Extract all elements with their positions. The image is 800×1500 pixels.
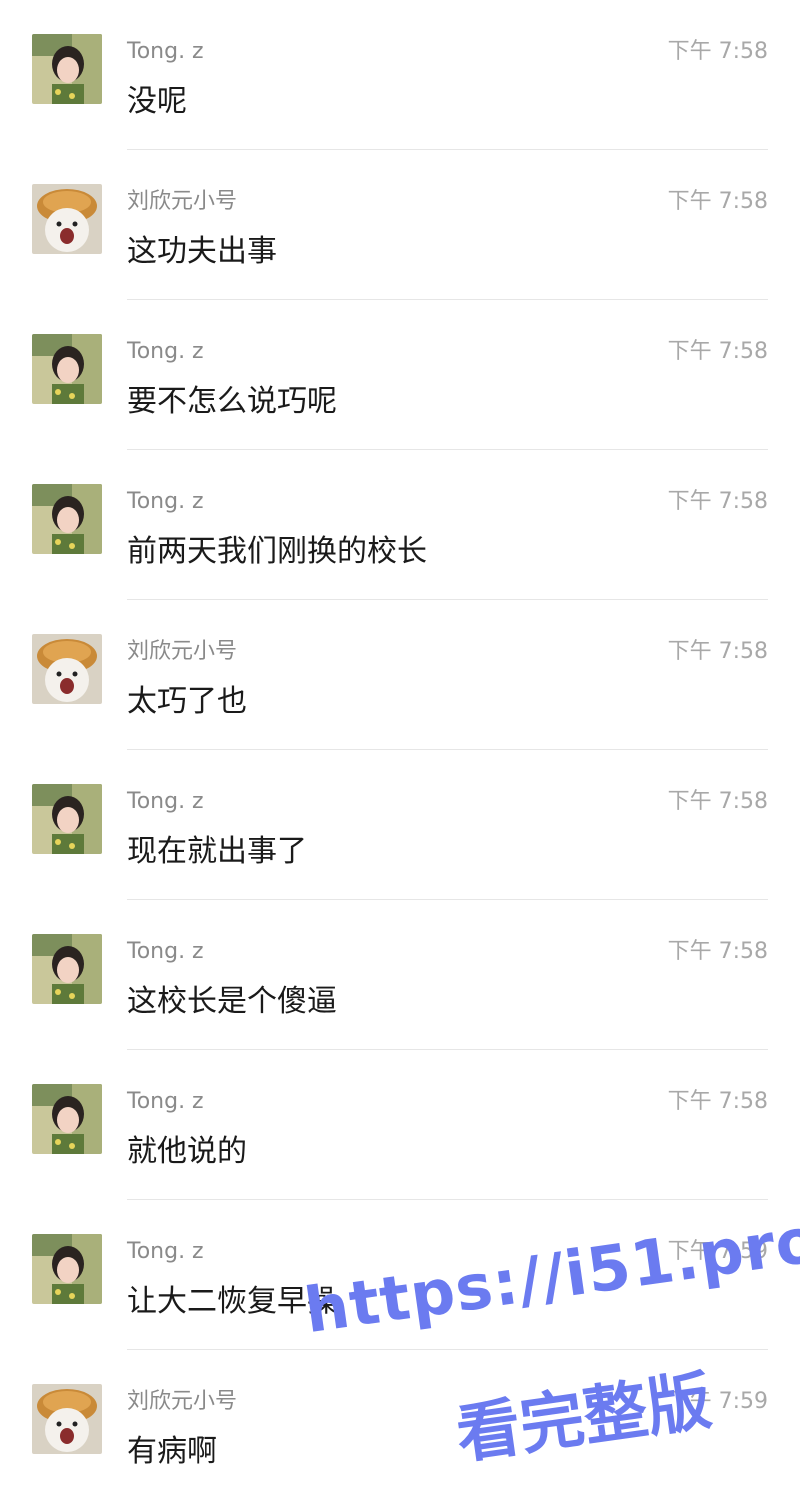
message-text: 要不怎么说巧呢 <box>127 384 337 419</box>
message-row[interactable]: 刘欣元小号 下午 7:58 太巧了也 <box>0 600 800 750</box>
girl-avatar[interactable] <box>32 934 102 1004</box>
message-row[interactable]: Tong. z 下午 7:58 就他说的 <box>0 1050 800 1200</box>
message-text: 现在就出事了 <box>127 834 307 869</box>
sender-name: 刘欣元小号 <box>127 1389 238 1414</box>
message-row[interactable]: Tong. z 下午 7:58 没呢 <box>0 0 800 150</box>
girl-avatar[interactable] <box>32 1234 102 1304</box>
message-time: 下午 7:58 <box>667 789 768 814</box>
message-row[interactable]: Tong. z 下午 7:58 现在就出事了 <box>0 750 800 900</box>
girl-avatar[interactable] <box>32 1084 102 1154</box>
sender-name: Tong. z <box>127 1089 204 1114</box>
sender-name: Tong. z <box>127 489 204 514</box>
message-text: 太巧了也 <box>127 684 247 719</box>
message-time: 下午 7:58 <box>667 1089 768 1114</box>
message-text: 前两天我们刚换的校长 <box>127 534 427 569</box>
message-time: 下午 7:58 <box>667 189 768 214</box>
dog-bread-avatar[interactable] <box>32 634 102 704</box>
message-text: 这校长是个傻逼 <box>127 984 337 1019</box>
sender-name: Tong. z <box>127 39 204 64</box>
message-text: 让大二恢复早操 <box>127 1284 337 1319</box>
girl-avatar[interactable] <box>32 484 102 554</box>
message-time: 下午 7:58 <box>667 939 768 964</box>
message-time: 下午 7:58 <box>667 489 768 514</box>
message-row[interactable]: Tong. z 下午 7:59 让大二恢复早操 <box>0 1200 800 1350</box>
sender-name: Tong. z <box>127 339 204 364</box>
message-time: 下午 7:59 <box>667 1389 768 1414</box>
message-row[interactable]: Tong. z 下午 7:58 前两天我们刚换的校长 <box>0 450 800 600</box>
girl-avatar[interactable] <box>32 334 102 404</box>
girl-avatar[interactable] <box>32 784 102 854</box>
sender-name: Tong. z <box>127 939 204 964</box>
dog-bread-avatar[interactable] <box>32 184 102 254</box>
message-text: 没呢 <box>127 84 187 119</box>
chat-history-list[interactable]: Tong. z 下午 7:58 没呢 刘欣元小号 下午 7:58 这功夫出事 T… <box>0 0 800 1500</box>
sender-name: Tong. z <box>127 789 204 814</box>
dog-bread-avatar[interactable] <box>32 1384 102 1454</box>
message-time: 下午 7:58 <box>667 39 768 64</box>
message-row[interactable]: Tong. z 下午 7:58 要不怎么说巧呢 <box>0 300 800 450</box>
message-row[interactable]: 刘欣元小号 下午 7:59 有病啊 <box>0 1350 800 1500</box>
message-time: 下午 7:59 <box>667 1239 768 1264</box>
message-row[interactable]: Tong. z 下午 7:58 这校长是个傻逼 <box>0 900 800 1050</box>
message-text: 就他说的 <box>127 1134 247 1169</box>
message-row[interactable]: 刘欣元小号 下午 7:58 这功夫出事 <box>0 150 800 300</box>
message-text: 有病啊 <box>127 1434 217 1469</box>
message-time: 下午 7:58 <box>667 639 768 664</box>
sender-name: 刘欣元小号 <box>127 639 238 664</box>
message-time: 下午 7:58 <box>667 339 768 364</box>
girl-avatar[interactable] <box>32 34 102 104</box>
sender-name: Tong. z <box>127 1239 204 1264</box>
sender-name: 刘欣元小号 <box>127 189 238 214</box>
message-text: 这功夫出事 <box>127 234 277 269</box>
